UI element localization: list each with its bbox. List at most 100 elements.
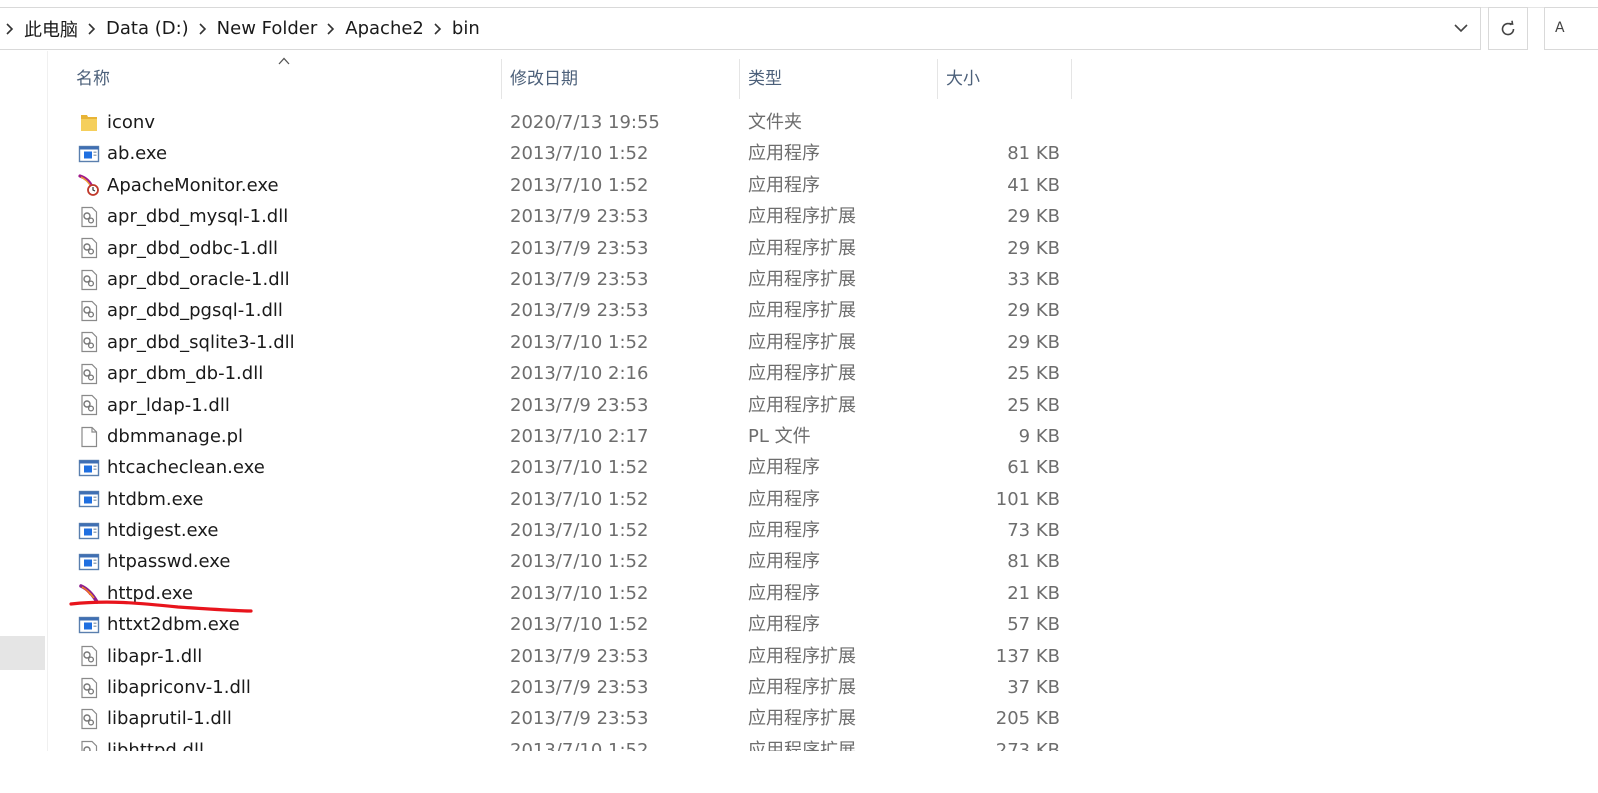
- file-modified-date: 2013/7/10 1:52: [510, 331, 649, 353]
- file-type: 应用程序: [748, 520, 820, 542]
- file-name[interactable]: apr_dbd_odbc-1.dll: [107, 233, 278, 264]
- breadcrumb-new-folder[interactable]: New Folder: [213, 8, 322, 49]
- file-row[interactable]: apr_dbd_pgsql-1.dll 2013/7/9 23:53 应用程序扩展 2…: [48, 295, 1148, 326]
- column-header-date[interactable]: 修改日期: [502, 59, 740, 99]
- column-header-name[interactable]: 名称: [68, 59, 502, 99]
- breadcrumb-this-pc[interactable]: 此电脑: [20, 8, 82, 49]
- file-modified-date: 2013/7/9 23:53: [510, 237, 649, 259]
- address-history-dropdown[interactable]: [1442, 8, 1480, 49]
- file-row[interactable]: libhttpd.dll 2013/7/10 1:52 应用程序扩展 273 KB: [48, 735, 1148, 751]
- dll-icon: [78, 358, 100, 389]
- breadcrumb-root-chevron-icon[interactable]: [0, 8, 20, 49]
- column-header-type[interactable]: 类型: [740, 59, 938, 99]
- file-name[interactable]: apr_ldap-1.dll: [107, 390, 230, 421]
- file-name[interactable]: iconv: [107, 107, 155, 138]
- file-type: 应用程序扩展: [748, 677, 856, 699]
- file-row[interactable]: apr_dbm_db-1.dll 2013/7/10 2:16 应用程序扩展 25 K…: [48, 358, 1148, 389]
- file-row[interactable]: libapriconv-1.dll 2013/7/9 23:53 应用程序扩展 37 …: [48, 672, 1148, 703]
- file-row[interactable]: htcacheclean.exe 2013/7/10 1:52 应用程序 61 KB: [48, 452, 1148, 483]
- file-size: 73 KB: [1007, 520, 1060, 542]
- breadcrumb-chevron-icon[interactable]: [82, 8, 102, 49]
- file-row[interactable]: ApacheMonitor.exe 2013/7/10 1:52 应用程序 41 KB: [48, 170, 1148, 201]
- search-input[interactable]: A: [1544, 7, 1598, 50]
- file-type: 应用程序扩展: [748, 645, 856, 667]
- file-row[interactable]: apr_dbd_mysql-1.dll 2013/7/9 23:53 应用程序扩展 2…: [48, 201, 1148, 232]
- file-row[interactable]: apr_ldap-1.dll 2013/7/9 23:53 应用程序扩展 25 KB: [48, 390, 1148, 421]
- file-name[interactable]: htdbm.exe: [107, 484, 204, 515]
- file-size: 37 KB: [1007, 677, 1060, 699]
- file-name[interactable]: htcacheclean.exe: [107, 452, 265, 483]
- file-modified-date: 2013/7/10 1:52: [510, 457, 649, 479]
- file-name[interactable]: apr_dbd_pgsql-1.dll: [107, 295, 283, 326]
- file-size: 21 KB: [1007, 582, 1060, 604]
- file-size: 205 KB: [995, 708, 1060, 730]
- file-row[interactable]: libaprutil-1.dll 2013/7/9 23:53 应用程序扩展 205 …: [48, 703, 1148, 734]
- address-bar[interactable]: 此电脑 Data (D:) New Folder Apache2 bin: [0, 7, 1481, 50]
- file-name[interactable]: ab.exe: [107, 138, 167, 169]
- breadcrumb-chevron-icon[interactable]: [193, 8, 213, 49]
- file-name[interactable]: libaprutil-1.dll: [107, 703, 232, 734]
- file-size: 57 KB: [1007, 614, 1060, 636]
- file-size: 29 KB: [1007, 237, 1060, 259]
- file-row[interactable]: iconv 2020/7/13 19:55 文件夹: [48, 107, 1148, 138]
- file-size: 33 KB: [1007, 268, 1060, 290]
- file-size: 137 KB: [995, 645, 1060, 667]
- file-modified-date: 2013/7/10 1:52: [510, 174, 649, 196]
- file-row[interactable]: apr_dbd_oracle-1.dll 2013/7/9 23:53 应用程序扩展…: [48, 264, 1148, 295]
- nav-selected-item[interactable]: [0, 636, 45, 670]
- file-size: 9 KB: [1018, 425, 1060, 447]
- file-name[interactable]: htpasswd.exe: [107, 546, 230, 577]
- file-modified-date: 2013/7/9 23:53: [510, 268, 649, 290]
- breadcrumb-chevron-icon[interactable]: [321, 8, 341, 49]
- file-name[interactable]: libapr-1.dll: [107, 641, 202, 672]
- file-size: 25 KB: [1007, 363, 1060, 385]
- file-modified-date: 2013/7/9 23:53: [510, 394, 649, 416]
- file-name[interactable]: apr_dbd_mysql-1.dll: [107, 201, 288, 232]
- file-name[interactable]: apr_dbd_sqlite3-1.dll: [107, 327, 295, 358]
- file-size: 25 KB: [1007, 394, 1060, 416]
- breadcrumb-data-drive[interactable]: Data (D:): [102, 8, 193, 49]
- breadcrumb-apache2[interactable]: Apache2: [341, 8, 428, 49]
- dll-icon: [78, 641, 100, 672]
- file-type: 应用程序: [748, 457, 820, 479]
- file-name[interactable]: htdigest.exe: [107, 515, 218, 546]
- file-type: 应用程序扩展: [748, 394, 856, 416]
- file-name[interactable]: apr_dbd_oracle-1.dll: [107, 264, 290, 295]
- file-rows: iconv 2020/7/13 19:55 文件夹 ab.exe 2013/7/10 1…: [48, 107, 1148, 751]
- file-row[interactable]: htpasswd.exe 2013/7/10 1:52 应用程序 81 KB: [48, 546, 1148, 577]
- file-modified-date: 2013/7/10 2:16: [510, 363, 649, 385]
- dll-icon: [78, 703, 100, 734]
- file-name[interactable]: apr_dbm_db-1.dll: [107, 358, 263, 389]
- refresh-icon: [1501, 20, 1515, 35]
- column-header-size[interactable]: 大小: [938, 59, 1072, 99]
- exe-icon: [78, 515, 100, 546]
- file-row[interactable]: htdigest.exe 2013/7/10 1:52 应用程序 73 KB: [48, 515, 1148, 546]
- file-type: 应用程序扩展: [748, 739, 856, 751]
- column-header: 名称 修改日期 类型 大小: [48, 59, 1072, 99]
- file-type: 应用程序: [748, 488, 820, 510]
- file-row[interactable]: libapr-1.dll 2013/7/9 23:53 应用程序扩展 137 KB: [48, 641, 1148, 672]
- breadcrumb-bin[interactable]: bin: [448, 8, 484, 49]
- file-type: 应用程序扩展: [748, 363, 856, 385]
- file-row[interactable]: dbmmanage.pl 2013/7/10 2:17 PL 文件 9 KB: [48, 421, 1148, 452]
- file-modified-date: 2020/7/13 19:55: [510, 112, 660, 133]
- file-row[interactable]: ab.exe 2013/7/10 1:52 应用程序 81 KB: [48, 138, 1148, 169]
- refresh-button[interactable]: [1488, 7, 1528, 50]
- file-list[interactable]: 名称 修改日期 类型 大小 iconv 2020/7/13 19:55 文件夹 ab.…: [48, 51, 1560, 751]
- file-type: PL 文件: [748, 425, 811, 447]
- file-modified-date: 2013/7/10 1:52: [510, 614, 649, 636]
- exe-icon: [78, 546, 100, 577]
- file-name[interactable]: libapriconv-1.dll: [107, 672, 251, 703]
- file-row[interactable]: apr_dbd_sqlite3-1.dll 2013/7/10 1:52 应用程序扩…: [48, 327, 1148, 358]
- file-modified-date: 2013/7/9 23:53: [510, 300, 649, 322]
- file-name[interactable]: libhttpd.dll: [107, 735, 204, 751]
- file-name[interactable]: dbmmanage.pl: [107, 421, 243, 452]
- file-row[interactable]: apr_dbd_odbc-1.dll 2013/7/9 23:53 应用程序扩展 29…: [48, 233, 1148, 264]
- file-name[interactable]: ApacheMonitor.exe: [107, 170, 279, 201]
- file-row[interactable]: htdbm.exe 2013/7/10 1:52 应用程序 101 KB: [48, 484, 1148, 515]
- dll-icon: [78, 264, 100, 295]
- navigation-pane[interactable]: [0, 51, 48, 751]
- file-type: 应用程序扩展: [748, 268, 856, 290]
- file-type: 应用程序扩展: [748, 300, 856, 322]
- breadcrumb-chevron-icon[interactable]: [428, 8, 448, 49]
